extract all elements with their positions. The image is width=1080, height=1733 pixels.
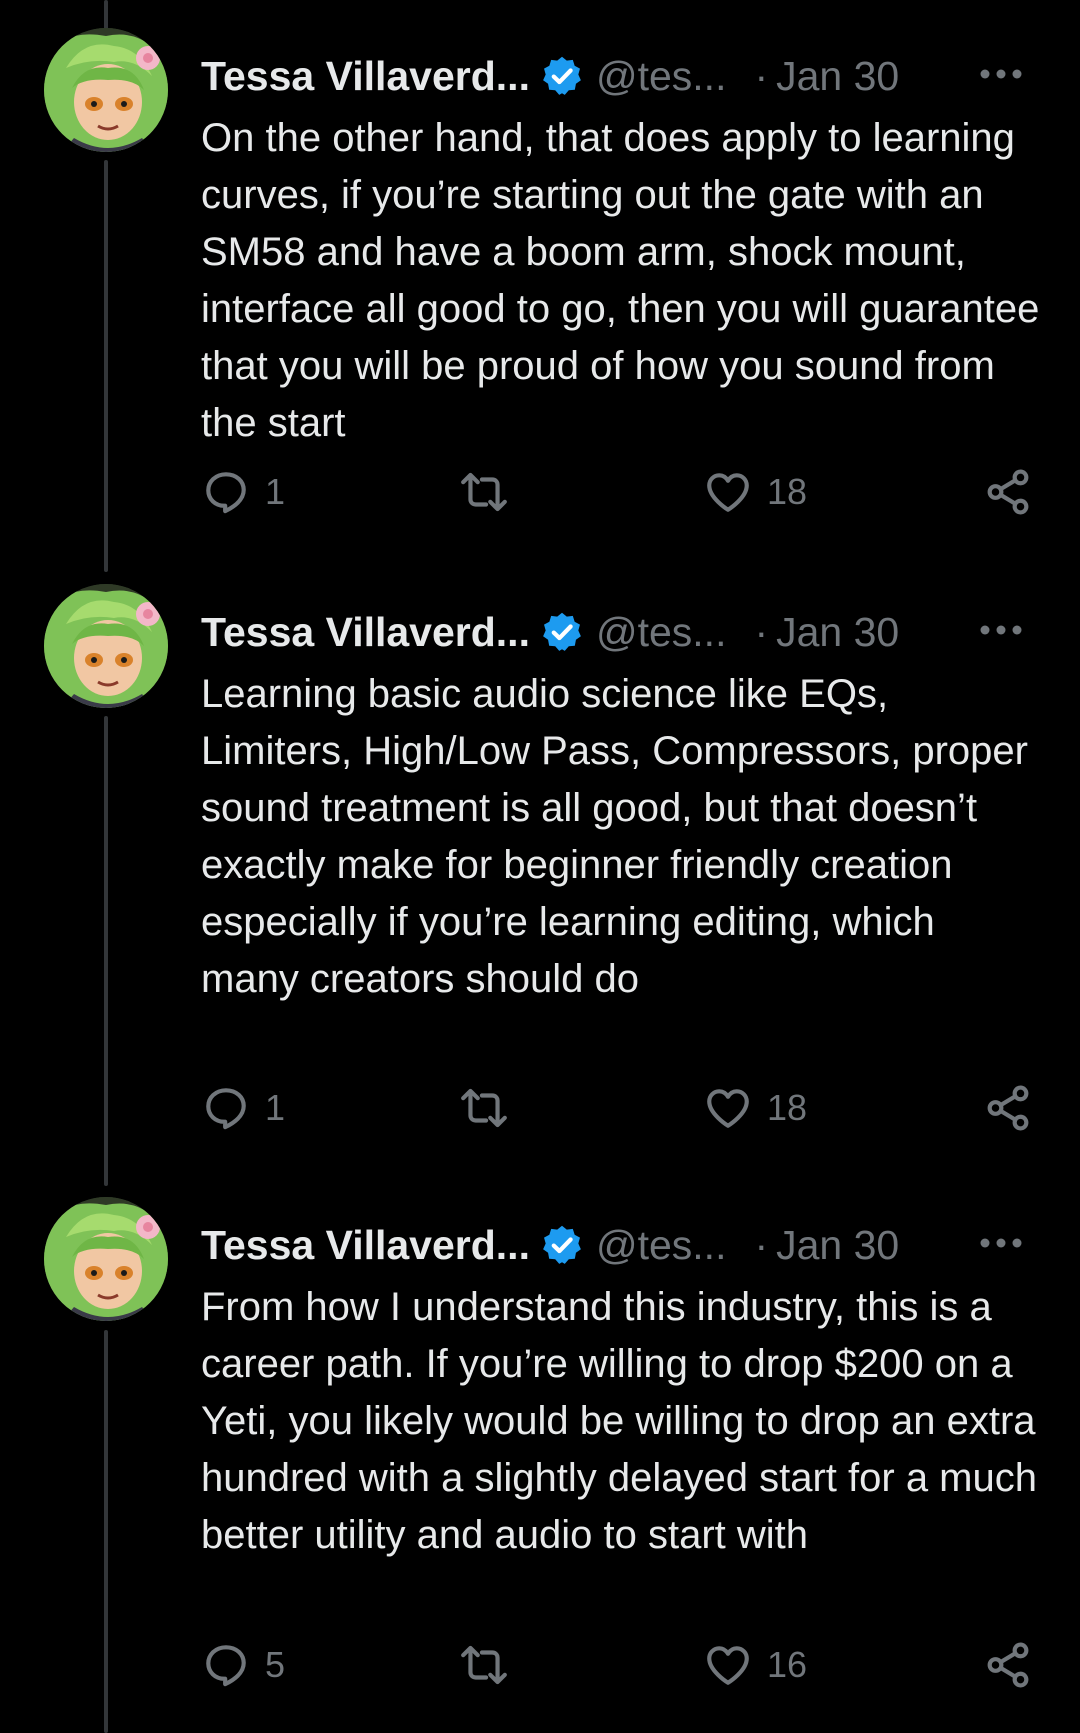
tweet-text: Learning basic audio science like EQs, L… bbox=[201, 672, 1028, 1001]
separator-dot: · bbox=[754, 608, 769, 655]
repost-icon bbox=[461, 1088, 507, 1128]
thread-line bbox=[104, 160, 108, 572]
more-options-icon bbox=[980, 1238, 1022, 1248]
handle[interactable]: @tes... bbox=[596, 53, 727, 100]
verified-badge-icon bbox=[543, 612, 581, 651]
avatar-icon bbox=[44, 584, 168, 708]
reply-button[interactable]: 5 bbox=[201, 1635, 285, 1695]
tweet-text: On the other hand, that does apply to le… bbox=[201, 116, 1040, 445]
reply-icon bbox=[206, 472, 246, 514]
thread-line bbox=[104, 0, 108, 30]
avatar[interactable] bbox=[44, 1197, 168, 1321]
verified-badge-icon bbox=[543, 56, 581, 95]
tweet-header: Tessa Villaverd... @tes... · Jan 30 bbox=[201, 604, 1041, 660]
verified-badge-icon bbox=[543, 1225, 581, 1264]
more-options-icon bbox=[980, 625, 1022, 635]
repost-icon bbox=[461, 472, 507, 512]
like-button[interactable]: 16 bbox=[703, 1635, 807, 1695]
reply-count: 5 bbox=[265, 1644, 286, 1685]
avatar-icon bbox=[44, 28, 168, 152]
avatar[interactable] bbox=[44, 584, 168, 708]
more-options-button[interactable] bbox=[971, 1221, 1031, 1265]
repost-icon bbox=[461, 1645, 507, 1685]
more-options-icon bbox=[980, 69, 1022, 79]
tweet-header: Tessa Villaverd... @tes... · Jan 30 bbox=[201, 48, 1041, 104]
tweet-header: Tessa Villaverd... @tes... · Jan 30 bbox=[201, 1217, 1041, 1273]
share-button[interactable] bbox=[983, 1635, 1033, 1695]
more-options-button[interactable] bbox=[971, 52, 1031, 96]
thread-line bbox=[104, 1330, 108, 1733]
heart-icon bbox=[707, 1646, 749, 1685]
heart-icon bbox=[707, 473, 749, 512]
avatar-icon bbox=[44, 1197, 168, 1321]
reply-button[interactable]: 1 bbox=[201, 1078, 285, 1138]
share-icon bbox=[987, 1642, 1029, 1688]
reply-icon bbox=[206, 1088, 246, 1130]
display-name[interactable]: Tessa Villaverd... bbox=[201, 1222, 530, 1269]
separator-dot: · bbox=[754, 52, 769, 99]
like-button[interactable]: 18 bbox=[703, 462, 807, 522]
heart-icon bbox=[707, 1089, 749, 1128]
repost-button[interactable] bbox=[459, 1078, 523, 1138]
tweet-text: From how I understand this industry, thi… bbox=[201, 1285, 1037, 1557]
display-name[interactable]: Tessa Villaverd... bbox=[201, 609, 530, 656]
timestamp[interactable]: Jan 30 bbox=[776, 609, 899, 656]
handle[interactable]: @tes... bbox=[596, 609, 727, 656]
like-count: 18 bbox=[767, 471, 808, 512]
handle[interactable]: @tes... bbox=[596, 1222, 727, 1269]
like-count: 18 bbox=[767, 1087, 808, 1128]
avatar[interactable] bbox=[44, 28, 168, 152]
tweet-actions: 1 18 bbox=[201, 1078, 1041, 1138]
repost-button[interactable] bbox=[459, 462, 523, 522]
reply-button[interactable]: 1 bbox=[201, 462, 285, 522]
share-button[interactable] bbox=[983, 1078, 1033, 1138]
tweet-actions: 5 16 bbox=[201, 1635, 1041, 1695]
repost-button[interactable] bbox=[459, 1635, 523, 1695]
timestamp[interactable]: Jan 30 bbox=[776, 53, 899, 100]
tweet-actions: 1 18 bbox=[201, 462, 1041, 522]
timestamp[interactable]: Jan 30 bbox=[776, 1222, 899, 1269]
share-icon bbox=[987, 469, 1029, 515]
share-button[interactable] bbox=[983, 462, 1033, 522]
display-name[interactable]: Tessa Villaverd... bbox=[201, 53, 530, 100]
like-button[interactable]: 18 bbox=[703, 1078, 807, 1138]
separator-dot: · bbox=[754, 1221, 769, 1268]
share-icon bbox=[987, 1085, 1029, 1131]
reply-count: 1 bbox=[265, 1087, 286, 1128]
thread-line bbox=[104, 716, 108, 1186]
like-count: 16 bbox=[767, 1644, 808, 1685]
reply-count: 1 bbox=[265, 471, 286, 512]
more-options-button[interactable] bbox=[971, 608, 1031, 652]
reply-icon bbox=[206, 1645, 246, 1687]
